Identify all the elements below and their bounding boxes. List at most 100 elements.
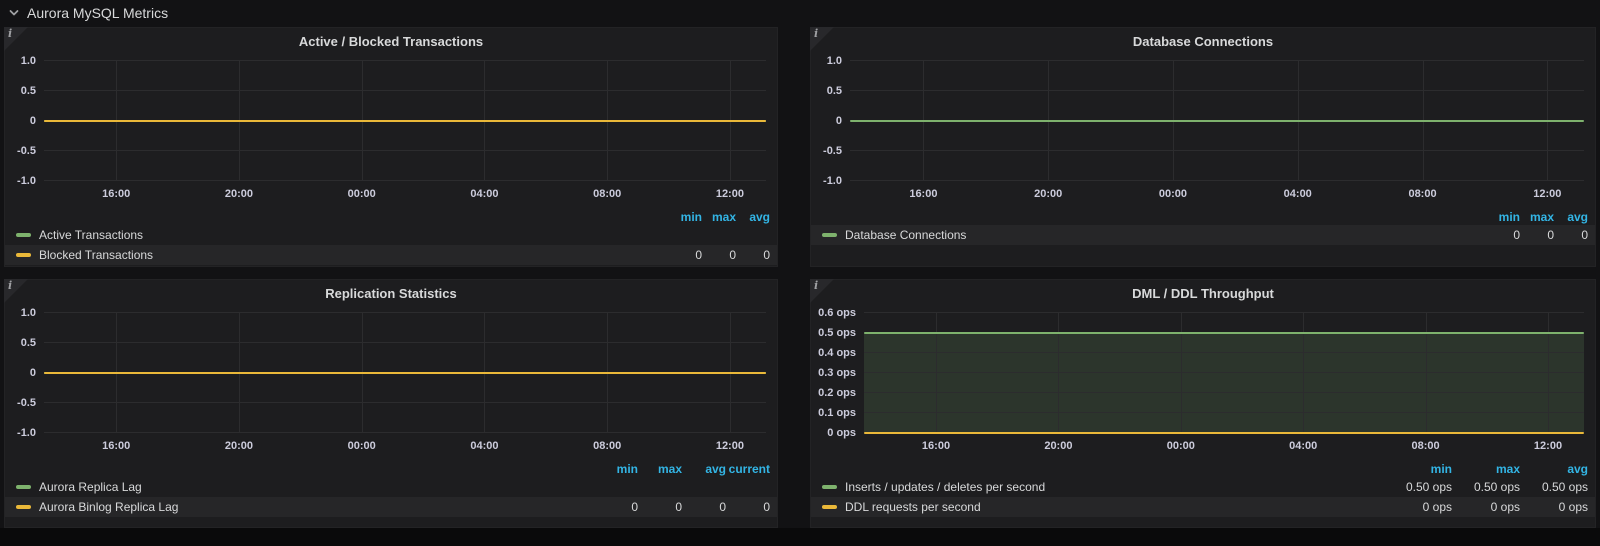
legend-stat-value: 0: [719, 500, 726, 514]
gridline-h: [44, 180, 766, 181]
legend-stat-header[interactable]: max: [1520, 210, 1554, 224]
series-line-1: [44, 372, 766, 374]
panel-title[interactable]: DML / DDL Throughput: [840, 286, 1566, 301]
legend-stat-value: 0: [763, 500, 770, 514]
legend-series-label[interactable]: Aurora Binlog Replica Lag: [39, 500, 178, 514]
y-tick-label: 0.5: [20, 337, 36, 349]
plot-area[interactable]: 0.6 ops 0.5 ops 0.4 ops 0.3 ops 0.2 ops 0.1 o…: [818, 307, 1584, 452]
legend-row: Aurora Replica Lag: [5, 477, 777, 497]
legend-series-label[interactable]: Inserts / updates / deletes per second: [845, 480, 1045, 494]
panel-database-connections: i Database Connections 1.0 0.5 0 -0.5 -1.0 16…: [810, 27, 1596, 267]
legend-stat-header[interactable]: max: [638, 462, 682, 476]
gridline-h: [850, 60, 1584, 61]
legend-row: Blocked Transactions 0 0 0: [5, 245, 777, 265]
y-tick-label: 1.0: [826, 55, 842, 67]
x-tick-label: 12:00: [715, 188, 744, 200]
info-icon[interactable]: i: [810, 279, 834, 303]
x-tick-label: 16:00: [921, 440, 951, 452]
legend-header-row: min max avg: [811, 208, 1595, 225]
legend-stat-header[interactable]: max: [702, 210, 736, 224]
y-tick-label: -1.0: [823, 175, 842, 187]
legend-stat-header[interactable]: max: [1452, 462, 1520, 476]
legend-series-label[interactable]: DDL requests per second: [845, 500, 981, 514]
legend-stat-header[interactable]: min: [668, 210, 702, 224]
legend-stat-header[interactable]: current: [726, 462, 770, 476]
plot-area[interactable]: 1.0 0.5 0 -0.5 -1.0 16:00 20:00 00:00 04:00 08:00…: [823, 55, 1584, 200]
legend-stat-value: 0.50 ops: [1473, 480, 1520, 494]
legend-row: DDL requests per second 0 ops 0 ops 0 ops: [811, 497, 1595, 517]
legend-row: Aurora Binlog Replica Lag 0 0 0 0: [5, 497, 777, 517]
legend-swatch-icon[interactable]: [822, 485, 837, 489]
x-tick-label: 20:00: [224, 188, 254, 200]
legend-stat-header[interactable]: min: [1486, 210, 1520, 224]
row-header-aurora-mysql-metrics[interactable]: Aurora MySQL Metrics: [0, 0, 1600, 25]
info-glyph: i: [8, 279, 13, 292]
gridline-h: [850, 180, 1584, 181]
gridline-h: [864, 351, 1584, 353]
legend-stat-value: 0.50 ops: [1405, 480, 1452, 494]
legend-header-row: min max avg: [811, 460, 1595, 477]
legend-series-label[interactable]: Blocked Transactions: [39, 248, 153, 262]
y-tick-label: 1.0: [20, 55, 36, 67]
x-tick-label: 20:00: [224, 440, 254, 452]
legend-stat-header[interactable]: avg: [682, 462, 726, 476]
series-line-0: [850, 120, 1584, 122]
y-tick-label: -1.0: [17, 175, 36, 187]
info-icon[interactable]: i: [810, 27, 834, 51]
x-tick-label: 04:00: [470, 188, 499, 200]
x-tick-label: 08:00: [1408, 188, 1437, 200]
panel-replication-statistics: i Replication Statistics 1.0 0.5 0 -0.5 -1.0…: [4, 279, 778, 528]
x-tick-label: 16:00: [909, 188, 938, 200]
legend: min max avg Inserts / updates / deletes per…: [811, 460, 1595, 517]
gridline-h: [850, 150, 1584, 151]
series-fill-0: [864, 332, 1584, 433]
legend-stat-value: 0.50 ops: [1541, 480, 1588, 494]
legend-swatch-icon[interactable]: [16, 253, 31, 257]
x-tick-label: 00:00: [1166, 440, 1195, 452]
legend-swatch-icon[interactable]: [822, 505, 837, 509]
legend-stat-header[interactable]: avg: [736, 210, 770, 224]
y-tick-label: 0: [835, 115, 842, 127]
x-tick-label: 04:00: [1289, 440, 1318, 452]
legend-row: Database Connections 0 0 0: [811, 225, 1595, 245]
panel-title[interactable]: Replication Statistics: [34, 286, 748, 301]
plot-area[interactable]: 1.0 0.5 0 -0.5 -1.0 16:00 20:00 00:00 04:00 08:00…: [17, 307, 766, 452]
y-tick-label: 0.6 ops: [818, 307, 856, 319]
gridline-h: [864, 412, 1584, 413]
legend-stat-header[interactable]: min: [1384, 462, 1452, 476]
legend-stat-header[interactable]: avg: [1520, 462, 1588, 476]
x-tick-label: 16:00: [102, 440, 131, 452]
legend: min max avg Active Transactions Blocked Tran…: [5, 208, 777, 265]
plot-area[interactable]: 1.0 0.5 0 -0.5 -1.0 16:00 20:00 00:00 04:00 08:00…: [17, 55, 766, 200]
series-line-1: [864, 432, 1584, 434]
legend-swatch-icon[interactable]: [822, 233, 837, 237]
row-header-title: Aurora MySQL Metrics: [27, 4, 169, 21]
x-tick-label: 00:00: [347, 440, 376, 452]
legend-series-label[interactable]: Active Transactions: [39, 228, 143, 242]
legend-stat-header[interactable]: avg: [1554, 210, 1588, 224]
legend-row: Inserts / updates / deletes per second 0.…: [811, 477, 1595, 497]
gridline-h: [44, 432, 766, 433]
legend-series-label[interactable]: Database Connections: [845, 228, 966, 242]
panel-title[interactable]: Database Connections: [840, 34, 1566, 49]
legend-row: Active Transactions: [5, 225, 777, 245]
legend-stat-header[interactable]: min: [594, 462, 638, 476]
legend-stat-value: 0: [695, 248, 702, 262]
y-tick-label: 0.3 ops: [818, 367, 856, 379]
x-tick-label: 20:00: [1034, 188, 1063, 200]
y-tick-label: -0.5: [823, 145, 842, 157]
info-glyph: i: [8, 27, 13, 40]
info-icon[interactable]: i: [4, 279, 28, 303]
info-icon[interactable]: i: [4, 27, 28, 51]
x-tick-label: 00:00: [1158, 188, 1188, 200]
legend-swatch-icon[interactable]: [16, 233, 31, 237]
legend-swatch-icon[interactable]: [16, 485, 31, 489]
x-tick-label: 16:00: [102, 188, 131, 200]
panel-title[interactable]: Active / Blocked Transactions: [34, 34, 748, 49]
y-tick-label: 0: [29, 115, 36, 127]
legend-header-row: min max avg current: [5, 460, 777, 477]
legend-swatch-icon[interactable]: [16, 505, 31, 509]
gridline-h: [44, 402, 766, 403]
legend-stat-value: 0 ops: [1558, 500, 1588, 514]
legend-series-label[interactable]: Aurora Replica Lag: [39, 480, 142, 494]
